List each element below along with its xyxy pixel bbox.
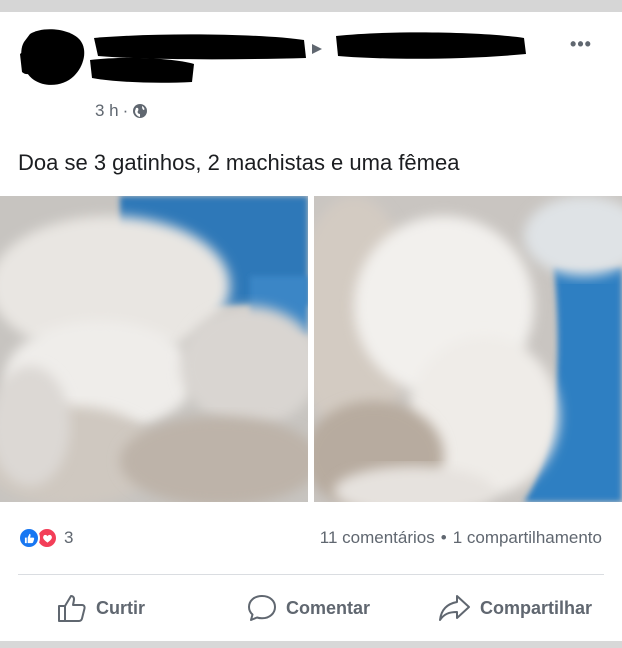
top-frame-bar <box>0 0 622 12</box>
comment-bubble-icon <box>248 595 276 621</box>
comments-count-link[interactable]: 11 comentários <box>320 528 435 547</box>
thumbs-up-icon <box>58 595 86 622</box>
comment-button[interactable]: Comentar <box>246 592 370 624</box>
post-meta: 3 h · <box>95 100 148 122</box>
share-arrow-icon <box>439 595 470 621</box>
shares-count-link[interactable]: 1 compartilhamento <box>453 528 602 547</box>
post-photo-right[interactable] <box>314 196 622 502</box>
meta-separator: · <box>122 101 129 120</box>
author-name-redacted[interactable] <box>84 30 534 90</box>
post-stats: 11 comentários • 1 compartilhamento <box>320 527 602 549</box>
post-time[interactable]: 3 h <box>95 101 119 121</box>
globe-icon <box>133 104 148 118</box>
action-divider <box>18 574 604 575</box>
bottom-frame-bar <box>0 641 622 648</box>
avatar[interactable] <box>18 26 90 90</box>
like-icon <box>18 527 40 549</box>
like-button-label: Curtir <box>96 597 145 618</box>
like-button[interactable]: Curtir <box>56 592 145 624</box>
comment-button-label: Comentar <box>286 597 371 618</box>
share-button-label: Compartilhar <box>480 597 593 618</box>
stats-separator: • <box>440 528 447 547</box>
post-photo-left[interactable] <box>0 196 308 502</box>
share-button[interactable]: Compartilhar <box>438 592 592 624</box>
reactions-summary[interactable]: 3 <box>18 527 73 549</box>
more-options-icon[interactable]: ••• <box>566 34 596 54</box>
reaction-count: 3 <box>64 528 74 547</box>
post-text: Doa se 3 gatinhos, 2 machistas e uma fêm… <box>18 150 460 175</box>
